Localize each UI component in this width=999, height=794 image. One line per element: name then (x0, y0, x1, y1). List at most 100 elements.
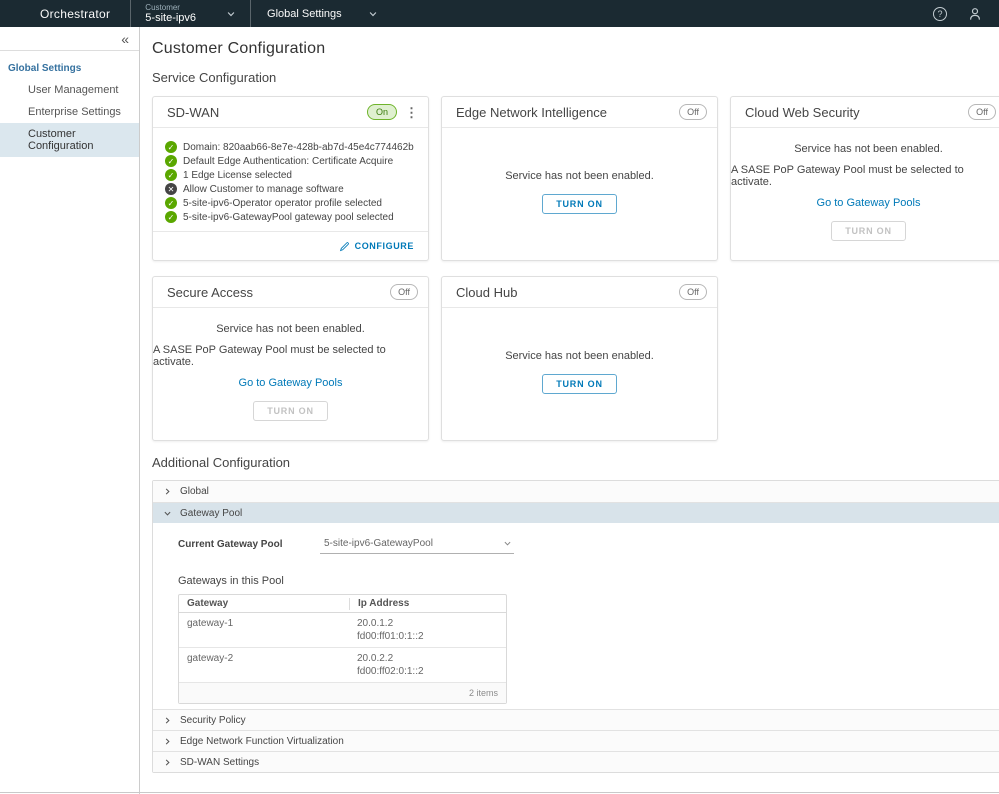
pencil-icon (339, 241, 350, 252)
check-circle-icon: ✓ (165, 211, 177, 223)
check-circle-icon: ✓ (165, 141, 177, 153)
status-badge-off: Off (679, 104, 707, 120)
global-settings-menu-label: Global Settings (267, 8, 342, 20)
ip-address-cell: 20.0.2.2 fd00:ff02:0:1::2 (349, 652, 506, 678)
table-row: gateway-1 20.0.1.2 fd00:ff01:0:1::2 (179, 613, 506, 648)
ipv6-address: fd00:ff01:0:1::2 (357, 631, 424, 642)
configure-button[interactable]: CONFIGURE (339, 241, 414, 252)
status-badge-on: On (367, 104, 397, 120)
kebab-menu-icon[interactable]: ⋮ (405, 106, 418, 119)
ipv4-address: 20.0.1.2 (357, 618, 393, 629)
config-check-text: 5-site-ipv6-GatewayPool gateway pool sel… (183, 212, 394, 223)
app-title: Orchestrator (0, 0, 130, 27)
config-check-text: Allow Customer to manage software (183, 184, 344, 195)
table-footer-count: 2 items (179, 683, 506, 703)
card-title: SD-WAN (167, 105, 219, 120)
sidebar: « Global Settings User Management Enterp… (0, 27, 140, 794)
config-check-item: ✓ 1 Edge License selected (165, 169, 416, 181)
accordion-label: Gateway Pool (180, 508, 242, 519)
chevron-down-icon (368, 9, 378, 19)
config-check-item: ✓ 5-site-ipv6-Operator operator profile … (165, 197, 416, 209)
card-title: Cloud Hub (456, 285, 517, 300)
customer-menu-label: Customer (145, 3, 196, 12)
go-to-gateway-pools-link[interactable]: Go to Gateway Pools (239, 377, 343, 389)
additional-configuration-accordion: Global Gateway Pool Current Gateway Pool… (152, 480, 999, 773)
gateway-name-cell: gateway-2 (179, 652, 349, 678)
gateways-table-title: Gateways in this Pool (178, 575, 999, 587)
accordion-header-edge-network-function-virtualization[interactable]: Edge Network Function Virtualization (153, 730, 999, 751)
global-settings-menu[interactable]: Global Settings (251, 0, 394, 27)
card-secure-access: Secure Access Off Service has not been e… (152, 276, 429, 441)
accordion-header-sd-wan-settings[interactable]: SD-WAN Settings (153, 751, 999, 772)
ipv4-address: 20.0.2.2 (357, 653, 393, 664)
service-disabled-message: Service has not been enabled. (505, 170, 654, 182)
turn-on-button-disabled[interactable]: TURN ON (831, 221, 906, 241)
config-check-item: ✓ Domain: 820aab66-8e7e-428b-ab7d-45e4c7… (165, 141, 416, 153)
sidebar-item-customer-configuration[interactable]: Customer Configuration (0, 123, 139, 157)
service-configuration-heading: Service Configuration (152, 70, 999, 85)
page-title: Customer Configuration (152, 40, 999, 58)
accordion-label: Edge Network Function Virtualization (180, 736, 344, 747)
go-to-gateway-pools-link[interactable]: Go to Gateway Pools (817, 197, 921, 209)
gateway-name-cell: gateway-1 (179, 617, 349, 643)
cross-circle-icon: ✕ (165, 183, 177, 195)
accordion-header-global[interactable]: Global (153, 481, 999, 502)
configure-button-label: CONFIGURE (355, 241, 414, 251)
config-check-text: Default Edge Authentication: Certificate… (183, 156, 393, 167)
column-header-ip-address: Ip Address (349, 598, 506, 610)
customer-menu-value: 5-site-ipv6 (145, 12, 196, 25)
customer-menu[interactable]: Customer 5-site-ipv6 (130, 0, 251, 27)
chevron-right-icon (163, 737, 172, 746)
ip-address-cell: 20.0.1.2 fd00:ff01:0:1::2 (349, 617, 506, 643)
card-edge-network-intelligence: Edge Network Intelligence Off Service ha… (441, 96, 718, 261)
config-check-item: ✓ Default Edge Authentication: Certifica… (165, 155, 416, 167)
sase-requirement-message: A SASE PoP Gateway Pool must be selected… (153, 344, 428, 368)
current-gateway-pool-select[interactable]: 5-site-ipv6-GatewayPool (320, 537, 514, 554)
chevron-down-icon (503, 539, 512, 548)
card-cloud-hub: Cloud Hub Off Service has not been enabl… (441, 276, 718, 441)
chevron-right-icon (163, 758, 172, 767)
check-circle-icon: ✓ (165, 155, 177, 167)
config-check-item: ✕ Allow Customer to manage software (165, 183, 416, 195)
card-title: Edge Network Intelligence (456, 105, 607, 120)
chevron-right-icon (163, 716, 172, 725)
config-check-text: 5-site-ipv6-Operator operator profile se… (183, 198, 382, 209)
config-check-item: ✓ 5-site-ipv6-GatewayPool gateway pool s… (165, 211, 416, 223)
service-disabled-message: Service has not been enabled. (505, 350, 654, 362)
turn-on-button[interactable]: TURN ON (542, 374, 617, 394)
status-badge-off: Off (390, 284, 418, 300)
accordion-header-security-policy[interactable]: Security Policy (153, 709, 999, 730)
turn-on-button-disabled[interactable]: TURN ON (253, 401, 328, 421)
help-icon[interactable]: ? (933, 7, 947, 21)
turn-on-button[interactable]: TURN ON (542, 194, 617, 214)
service-disabled-message: Service has not been enabled. (794, 143, 943, 155)
accordion-header-gateway-pool[interactable]: Gateway Pool (153, 502, 999, 523)
sidebar-item-enterprise-settings[interactable]: Enterprise Settings (0, 101, 139, 123)
accordion-label: Global (180, 486, 209, 497)
accordion-label: SD-WAN Settings (180, 757, 259, 768)
current-gateway-pool-label: Current Gateway Pool (178, 537, 320, 550)
current-gateway-pool-value: 5-site-ipv6-GatewayPool (324, 538, 433, 549)
sidebar-item-user-management[interactable]: User Management (0, 79, 139, 101)
card-title: Secure Access (167, 285, 253, 300)
additional-configuration-heading: Additional Configuration (152, 455, 999, 470)
service-cards-row-1: SD-WAN On ⋮ ✓ Domain: 820aab66-8e7e-428b… (152, 96, 999, 261)
gateway-pool-panel: Current Gateway Pool 5-site-ipv6-Gateway… (153, 523, 999, 709)
chevron-down-icon (226, 9, 236, 19)
column-header-gateway: Gateway (179, 598, 349, 609)
accordion-label: Security Policy (180, 715, 246, 726)
check-circle-icon: ✓ (165, 197, 177, 209)
user-icon[interactable] (967, 6, 983, 22)
card-title: Cloud Web Security (745, 105, 860, 120)
config-check-text: Domain: 820aab66-8e7e-428b-ab7d-45e4c774… (183, 142, 414, 153)
service-cards-row-2: Secure Access Off Service has not been e… (152, 276, 999, 441)
card-cloud-web-security: Cloud Web Security Off Service has not b… (730, 96, 999, 261)
main-content: Customer Configuration Service Configura… (140, 27, 999, 794)
status-badge-off: Off (968, 104, 996, 120)
service-disabled-message: Service has not been enabled. (216, 323, 365, 335)
sidebar-collapse-icon[interactable]: « (121, 32, 129, 46)
status-badge-off: Off (679, 284, 707, 300)
page-bottom-divider (0, 792, 999, 793)
gateways-table: Gateway Ip Address gateway-1 20.0.1.2 fd… (178, 594, 507, 704)
chevron-down-icon (163, 509, 172, 518)
